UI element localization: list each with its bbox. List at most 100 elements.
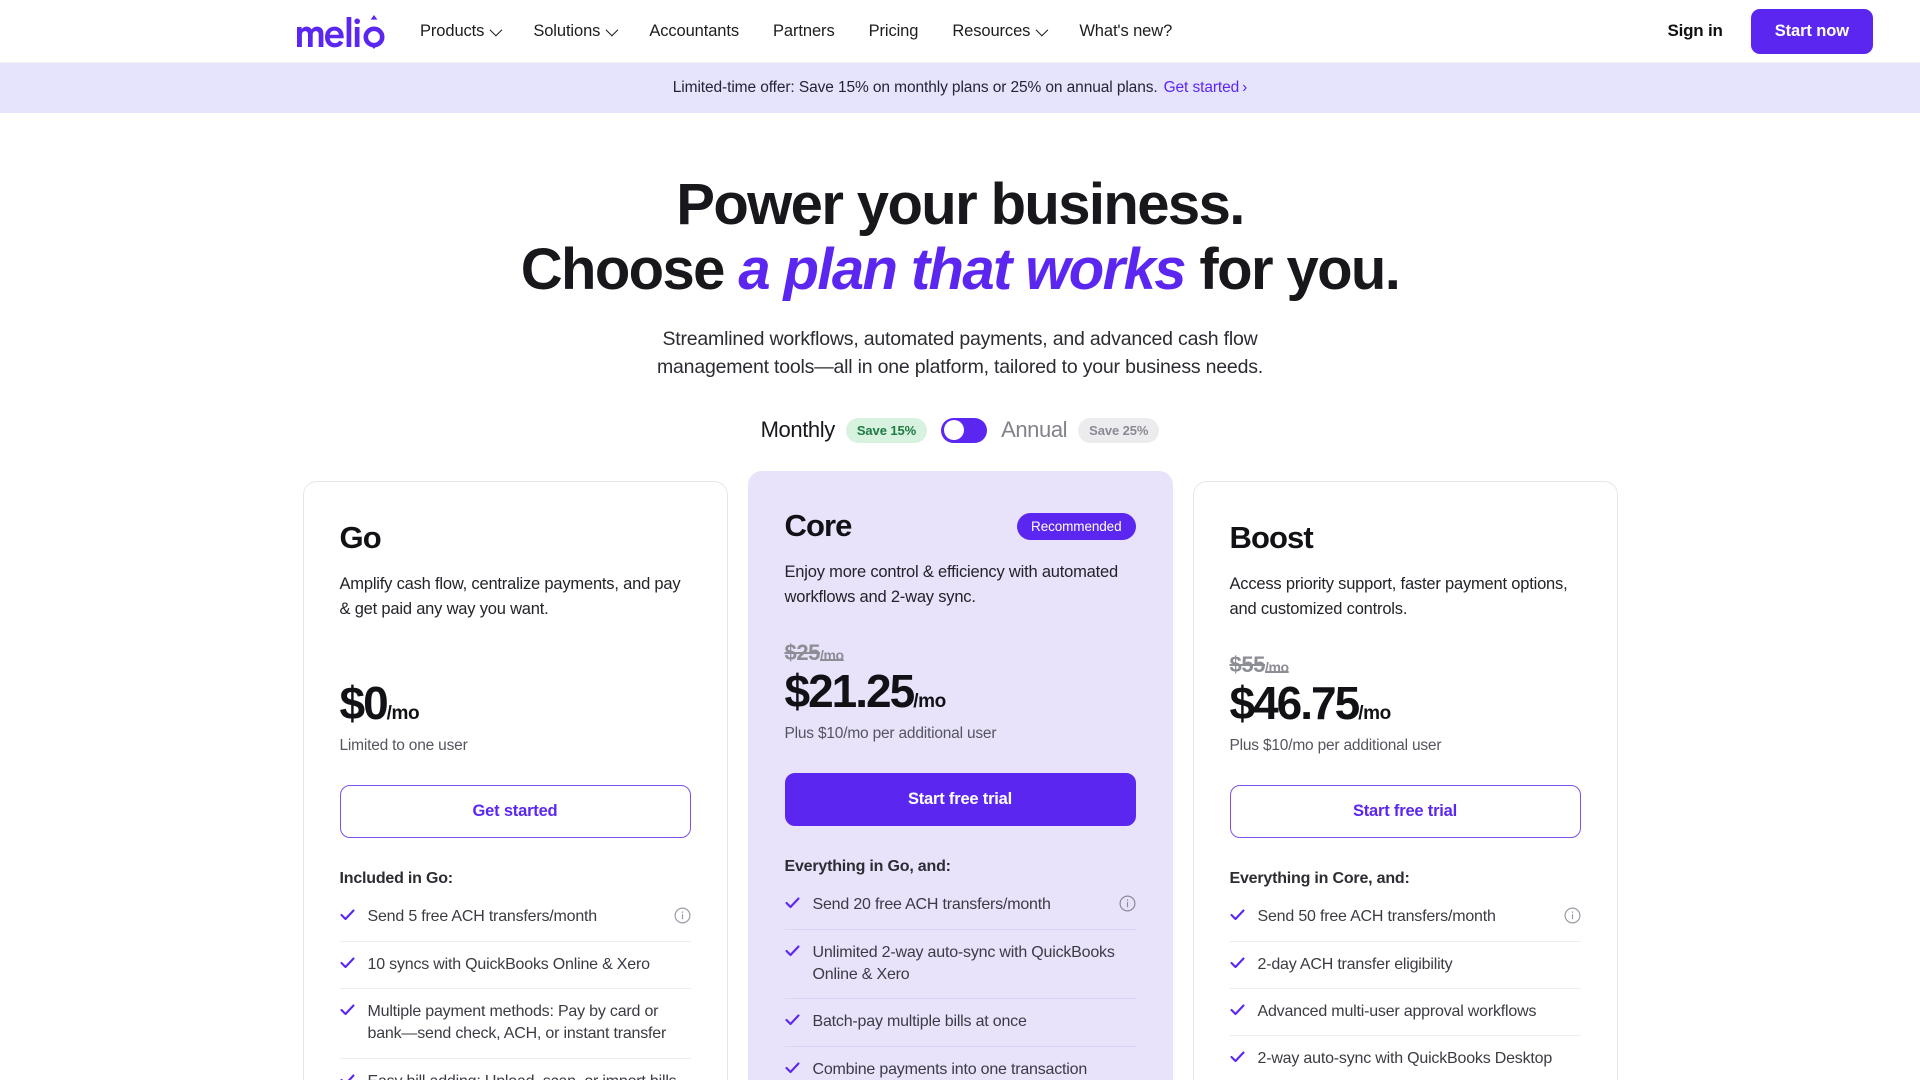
- nav-item-resources[interactable]: Resources: [952, 21, 1049, 41]
- hero-subtitle-line-1: Streamlined workflows, automated payment…: [662, 327, 1258, 350]
- start-now-button[interactable]: Start now: [1750, 8, 1873, 54]
- headline-line-2-after: for you.: [1184, 236, 1400, 302]
- toggle-label-annual[interactable]: Annual: [1001, 417, 1068, 443]
- nav-item-products[interactable]: Products: [420, 21, 503, 41]
- nav-item-label: Products: [420, 21, 485, 40]
- nav-item-solutions[interactable]: Solutions: [533, 21, 619, 41]
- nav-item-partners[interactable]: Partners: [773, 22, 835, 41]
- nav-item-label: What's new?: [1079, 21, 1173, 40]
- promo-banner: Limited-time offer: Save 15% on monthly …: [0, 63, 1920, 113]
- nav-item-label: Solutions: [533, 21, 601, 40]
- feature-row: Send 20 free ACH transfers/month: [784, 882, 1136, 930]
- plan-price: $46.75/mo: [1230, 679, 1581, 729]
- check-icon: [339, 1004, 355, 1015]
- feature-row: Batch-pay multiple bills at once: [784, 999, 1136, 1047]
- feature-text: 2-way auto-sync with QuickBooks Desktop: [1257, 1050, 1553, 1068]
- feature-row: 10 syncs with QuickBooks Online & Xero: [339, 942, 691, 989]
- plan-price-period: /mo: [386, 703, 420, 725]
- info-icon[interactable]: [1563, 907, 1581, 924]
- nav-item-accountants[interactable]: Accountants: [649, 22, 739, 41]
- plan-price: $21.25/mo: [785, 667, 1136, 717]
- page-title: Power your business. Choose a plan that …: [0, 172, 1920, 303]
- plan-features-title: Everything in Core, and:: [1229, 870, 1410, 888]
- plan-features-title: Everything in Go, and:: [784, 858, 951, 876]
- primary-nav-links: Products Solutions Accountants Partners …: [420, 0, 1172, 63]
- feature-text: Easy bill adding: Upload, scan, or impor…: [368, 1071, 691, 1080]
- billing-period-switch[interactable]: [941, 417, 988, 443]
- plan-old-price-period: /mo: [820, 647, 844, 664]
- nav-item-whats-new[interactable]: What's new?: [1079, 22, 1172, 41]
- feature-text: Send 50 free ACH transfers/month: [1257, 908, 1496, 926]
- plan-features-list: Send 5 free ACH transfers/month 10 syncs…: [339, 894, 691, 1080]
- promo-banner-get-started-link[interactable]: Get started ›: [1164, 79, 1248, 97]
- plan-card-core: Core Recommended Enjoy more control & ef…: [747, 471, 1173, 1080]
- sign-in-link[interactable]: Sign in: [1667, 21, 1722, 41]
- plan-price-amount: $46.75: [1229, 677, 1361, 730]
- plan-name: Boost: [1229, 520, 1314, 556]
- nav-item-label: Resources: [952, 21, 1031, 40]
- feature-row: Combine payments into one transaction: [784, 1047, 1136, 1080]
- plan-price-block: $55/mo $46.75/mo Plus $10/mo per additio…: [1230, 652, 1581, 755]
- plan-card-boost: Boost Access priority support, faster pa…: [1192, 481, 1618, 1080]
- melio-pin-o-icon: [363, 15, 385, 49]
- feature-row: Unlimited 2-way auto-sync with QuickBook…: [784, 930, 1136, 1000]
- feature-row: 2-day ACH transfer eligibility: [1229, 942, 1581, 989]
- chevron-down-icon: [1035, 23, 1049, 36]
- feature-text: Send 5 free ACH transfers/month: [367, 908, 598, 926]
- feature-row: Send 50 free ACH transfers/month: [1229, 894, 1581, 942]
- plan-old-price: $55/mo: [1230, 652, 1581, 679]
- plan-name: Go: [339, 520, 382, 556]
- plan-price-period: /mo: [913, 691, 946, 713]
- check-icon: [1229, 1051, 1245, 1063]
- feature-text: Advanced multi-user approval workflows: [1257, 1002, 1537, 1020]
- chevron-down-icon: [489, 23, 503, 36]
- plan-description: Access priority support, faster payment …: [1229, 575, 1568, 618]
- melio-logo[interactable]: [297, 12, 385, 52]
- check-icon: [1229, 1004, 1245, 1015]
- headline-line-2-before: Choose: [520, 236, 739, 302]
- promo-banner-text: Limited-time offer: Save 15% on monthly …: [672, 79, 1158, 96]
- plan-price-note: Plus $10/mo per additional user: [1229, 737, 1442, 755]
- melio-wordmark-logo-icon: [297, 17, 360, 48]
- headline-line-1: Power your business.: [676, 172, 1245, 237]
- top-navigation-bar: Products Solutions Accountants Partners …: [0, 0, 1920, 63]
- check-icon: [784, 944, 800, 956]
- feature-text: 2-day ACH transfer eligibility: [1257, 955, 1453, 973]
- plan-features-list: Send 20 free ACH transfers/month Unlimit…: [784, 882, 1136, 1080]
- check-icon: [1229, 909, 1245, 921]
- feature-text: Send 20 free ACH transfers/month: [812, 896, 1051, 914]
- plan-card-go: Go Amplify cash flow, centralize payment…: [302, 481, 728, 1080]
- plan-cta-button-boost[interactable]: Start free trial: [1229, 785, 1581, 839]
- feature-row: Send 5 free ACH transfers/month: [339, 894, 691, 942]
- plan-old-price: $25/mo: [785, 640, 1136, 667]
- check-icon: [1229, 956, 1245, 968]
- plan-old-price-period: /mo: [1265, 659, 1289, 676]
- plan-cta-button-core[interactable]: Start free trial: [784, 773, 1136, 827]
- feature-row: 2-way auto-sync with QuickBooks Desktop: [1229, 1036, 1581, 1080]
- plan-card-header: Boost: [1230, 520, 1581, 556]
- plan-card-header: Core Recommended: [785, 508, 1136, 544]
- promo-link-label: Get started: [1163, 79, 1240, 96]
- info-icon[interactable]: [1118, 895, 1136, 912]
- nav-item-label: Partners: [773, 21, 835, 40]
- switch-knob: [943, 420, 964, 441]
- check-icon: [339, 909, 355, 921]
- plan-price-block: $25/mo $21.25/mo Plus $10/mo per additio…: [785, 640, 1136, 743]
- toggle-label-monthly[interactable]: Monthly: [761, 417, 836, 443]
- info-icon[interactable]: [673, 907, 691, 924]
- hero-section: Power your business. Choose a plan that …: [0, 113, 1920, 443]
- plan-old-price-amount: $25: [784, 640, 821, 666]
- feature-row: Advanced multi-user approval workflows: [1229, 989, 1581, 1037]
- feature-text: Combine payments into one transaction: [812, 1060, 1088, 1078]
- plan-description: Enjoy more control & efficiency with aut…: [784, 563, 1119, 606]
- plan-description: Amplify cash flow, centralize payments, …: [339, 575, 681, 618]
- hero-subtitle: Streamlined workflows, automated payment…: [0, 325, 1920, 382]
- plan-cta-button-go[interactable]: Get started: [339, 785, 691, 839]
- monthly-save-badge: Save 15%: [845, 417, 928, 443]
- nav-item-pricing[interactable]: Pricing: [869, 22, 919, 41]
- plan-price-note: Plus $10/mo per additional user: [784, 725, 997, 743]
- check-icon: [784, 1014, 800, 1026]
- check-icon: [784, 1062, 800, 1073]
- hero-subtitle-line-2: management tools—all in one platform, ta…: [656, 356, 1263, 379]
- billing-period-toggle: Monthly Save 15% Annual Save 25%: [0, 417, 1920, 443]
